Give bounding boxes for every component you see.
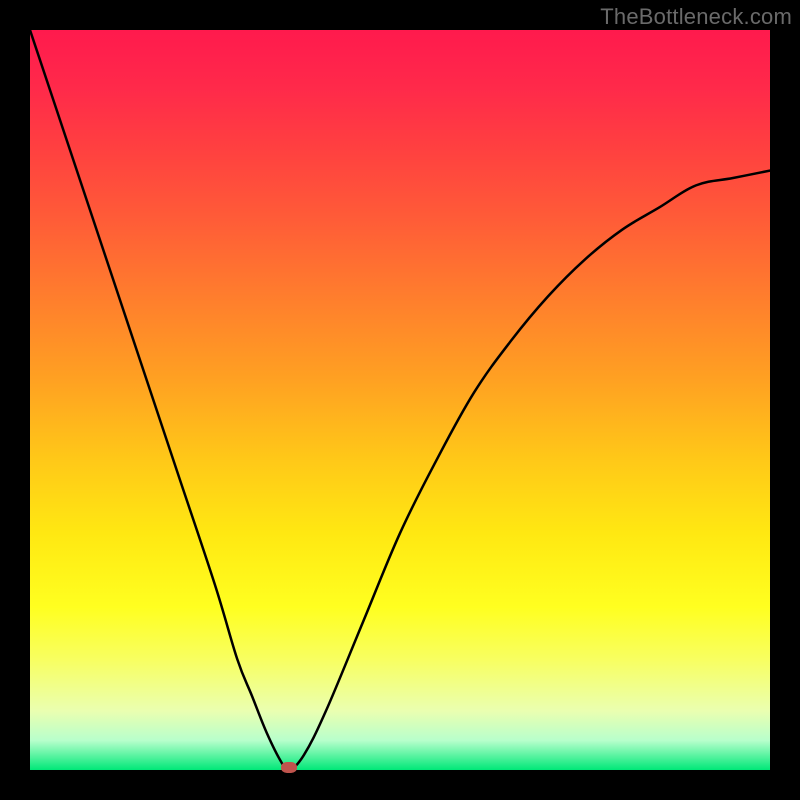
- watermark-text: TheBottleneck.com: [600, 4, 792, 30]
- chart-frame: TheBottleneck.com: [0, 0, 800, 800]
- bottleneck-curve: [30, 30, 770, 770]
- bottleneck-marker: [281, 762, 297, 773]
- plot-area: [30, 30, 770, 770]
